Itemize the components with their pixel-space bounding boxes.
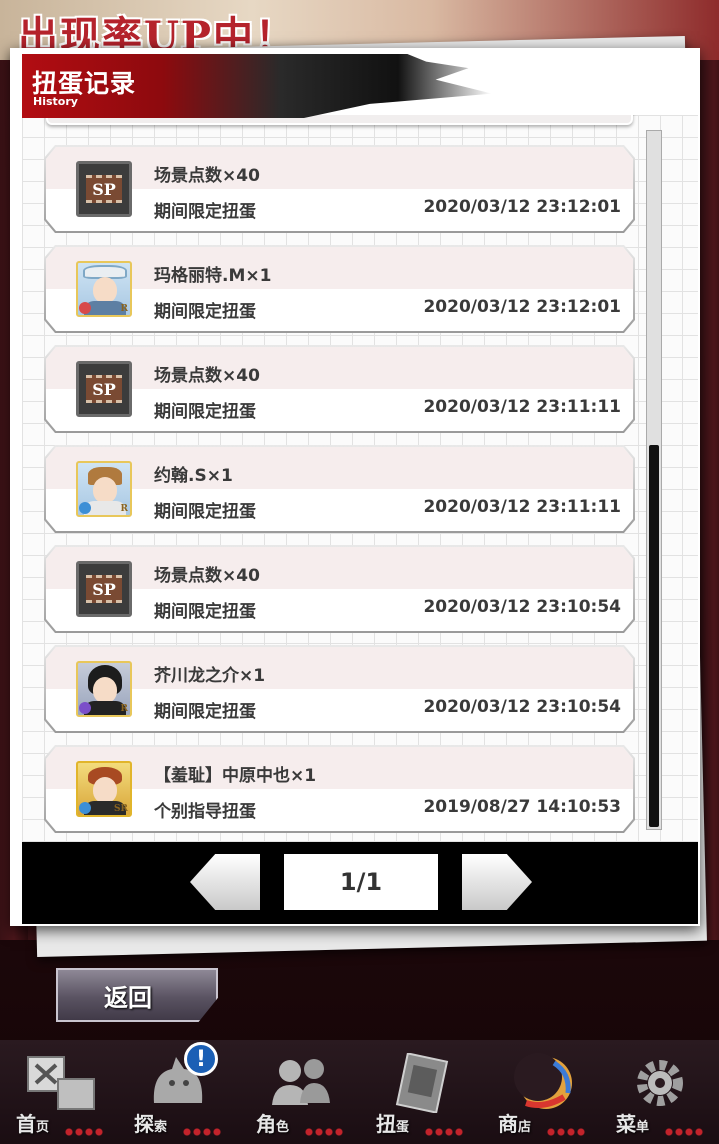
character-portrait-icon: R — [76, 261, 132, 317]
nav-label: 探 — [134, 1112, 154, 1136]
record-timestamp: 2020/03/12 23:11:11 — [423, 397, 621, 417]
attribute-icon — [79, 502, 91, 514]
pagination-bar: 1/1 — [22, 842, 698, 924]
record-gacha-name: 期间限定扭蛋 — [154, 302, 256, 322]
record-row: SP 场景点数×40 期间限定扭蛋 2020/03/12 23:10:54 — [46, 547, 633, 631]
scrollbar[interactable] — [646, 130, 662, 830]
record-item-name: 【羞耻】中原中也×1 — [154, 766, 317, 786]
record-timestamp: 2020/03/12 23:12:01 — [423, 297, 621, 317]
home-icon — [24, 1050, 98, 1116]
people-icon — [264, 1050, 338, 1116]
nav-label-sub: 色 — [276, 1120, 290, 1135]
notification-badge: ! — [184, 1042, 218, 1076]
record-timestamp: 2020/03/12 23:12:01 — [423, 197, 621, 217]
bottom-nav: 首页 ! 探索 角色 扭蛋 商店 菜单 — [0, 1040, 719, 1144]
record-item-name: 芥川龙之介×1 — [154, 666, 266, 686]
record-gacha-name: 期间限定扭蛋 — [154, 402, 256, 422]
attribute-icon — [79, 302, 91, 314]
page-subtitle: History — [33, 95, 78, 108]
nav-label: 扭 — [376, 1112, 396, 1136]
character-portrait-icon: R — [76, 461, 132, 517]
record-gacha-name: 期间限定扭蛋 — [154, 502, 256, 522]
record-timestamp: 2020/03/12 23:10:54 — [423, 697, 621, 717]
nav-label-sub: 索 — [154, 1120, 168, 1135]
nav-label-sub: 单 — [636, 1120, 650, 1135]
nav-label-sub: 店 — [518, 1120, 532, 1135]
nav-label-sub: 蛋 — [396, 1120, 410, 1135]
rarity-badge: SR — [114, 804, 128, 814]
back-button-label: 返回 — [104, 983, 152, 1012]
scene-points-icon: SP — [76, 361, 132, 417]
record-gacha-name: 期间限定扭蛋 — [154, 602, 256, 622]
page-indicator: 1/1 — [284, 854, 438, 910]
book-icon — [384, 1050, 458, 1116]
next-page-button[interactable] — [462, 854, 532, 910]
record-item-name: 约翰.S×1 — [154, 466, 233, 486]
gear-icon — [624, 1050, 698, 1116]
record-gacha-name: 期间限定扭蛋 — [154, 702, 256, 722]
nav-home[interactable]: 首页 — [6, 1046, 114, 1142]
nav-label-sub: 页 — [36, 1120, 50, 1135]
attribute-icon — [79, 702, 91, 714]
nav-explore[interactable]: ! 探索 — [124, 1042, 232, 1142]
attribute-icon — [79, 802, 91, 814]
nav-label: 商 — [498, 1112, 518, 1136]
back-button[interactable]: 返回 — [56, 968, 218, 1022]
character-portrait-icon: SR — [76, 761, 132, 817]
scrollbar-thumb[interactable] — [649, 445, 659, 827]
record-row: R 约翰.S×1 期间限定扭蛋 2020/03/12 23:11:11 — [46, 447, 633, 531]
record-row: SP 场景点数×40 期间限定扭蛋 2020/03/12 23:12:01 — [46, 147, 633, 231]
record-timestamp: 2020/03/12 23:11:11 — [423, 497, 621, 517]
prev-page-button[interactable] — [190, 854, 260, 910]
record-timestamp: 2019/08/27 14:10:53 — [423, 797, 621, 817]
record-row: SR 【羞耻】中原中也×1 个别指导扭蛋 2019/08/27 14:10:53 — [46, 747, 633, 831]
record-item-name: 场景点数×40 — [154, 366, 260, 386]
nav-shop[interactable]: 商店 — [488, 1046, 596, 1142]
record-row: SP 场景点数×40 期间限定扭蛋 2020/03/12 23:11:11 — [46, 347, 633, 431]
rarity-badge: R — [120, 704, 128, 714]
nav-label: 首 — [16, 1112, 36, 1136]
nav-characters[interactable]: 角色 — [246, 1046, 354, 1142]
nav-label: 角 — [256, 1112, 276, 1136]
record-row: R 玛格丽特.M×1 期间限定扭蛋 2020/03/12 23:12:01 — [46, 247, 633, 331]
moon-icon — [506, 1050, 580, 1116]
record-item-name: 场景点数×40 — [154, 566, 260, 586]
record-timestamp: 2020/03/12 23:10:54 — [423, 597, 621, 617]
character-portrait-icon: R — [76, 661, 132, 717]
rarity-badge: R — [120, 504, 128, 514]
record-item-name: 场景点数×40 — [154, 166, 260, 186]
nav-label: 菜 — [616, 1112, 636, 1136]
scene-points-icon: SP — [76, 561, 132, 617]
nav-gacha[interactable]: 扭蛋 — [366, 1046, 474, 1142]
record-gacha-name: 期间限定扭蛋 — [154, 202, 256, 222]
record-list[interactable]: SP 场景点数×40 期间限定扭蛋 2020/03/12 23:12:01 R … — [22, 115, 698, 842]
rarity-badge: R — [120, 304, 128, 314]
record-gacha-name: 个别指导扭蛋 — [154, 802, 256, 822]
scene-points-icon: SP — [76, 161, 132, 217]
record-item-name: 玛格丽特.M×1 — [154, 266, 272, 286]
nav-menu[interactable]: 菜单 — [606, 1046, 714, 1142]
record-row: R 芥川龙之介×1 期间限定扭蛋 2020/03/12 23:10:54 — [46, 647, 633, 731]
